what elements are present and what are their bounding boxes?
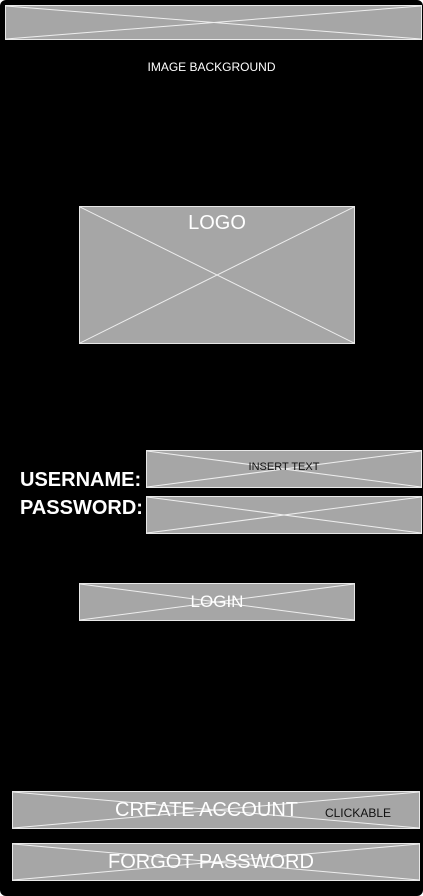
top-bar-placeholder xyxy=(5,5,422,40)
clickable-note: CLICKABLE xyxy=(324,806,391,820)
logo-placeholder: LOGO xyxy=(79,206,355,344)
username-label: USERNAME: xyxy=(20,469,142,491)
login-button[interactable]: LOGIN xyxy=(79,583,355,621)
username-placeholder: INSERT TEXT xyxy=(248,461,320,473)
forgot-password-button-label: FORGOT PASSWORD xyxy=(108,851,314,873)
image-placeholder-icon xyxy=(6,6,421,39)
forgot-password-button[interactable]: FORGOT PASSWORD xyxy=(12,843,420,881)
username-field[interactable]: INSERT TEXT xyxy=(146,450,422,488)
create-account-button[interactable]: CREATE ACCOUNT CLICKABLE xyxy=(12,791,420,829)
login-screen: IMAGE BACKGROUND LOGO USERNAME: INSERT T… xyxy=(0,0,423,896)
login-button-label: LOGIN xyxy=(190,592,244,611)
password-field[interactable] xyxy=(146,496,422,534)
logo-label: LOGO xyxy=(188,212,246,234)
image-placeholder-icon xyxy=(147,497,421,533)
image-background-label: IMAGE BACKGROUND xyxy=(147,60,276,74)
password-label: PASSWORD: xyxy=(20,497,143,519)
